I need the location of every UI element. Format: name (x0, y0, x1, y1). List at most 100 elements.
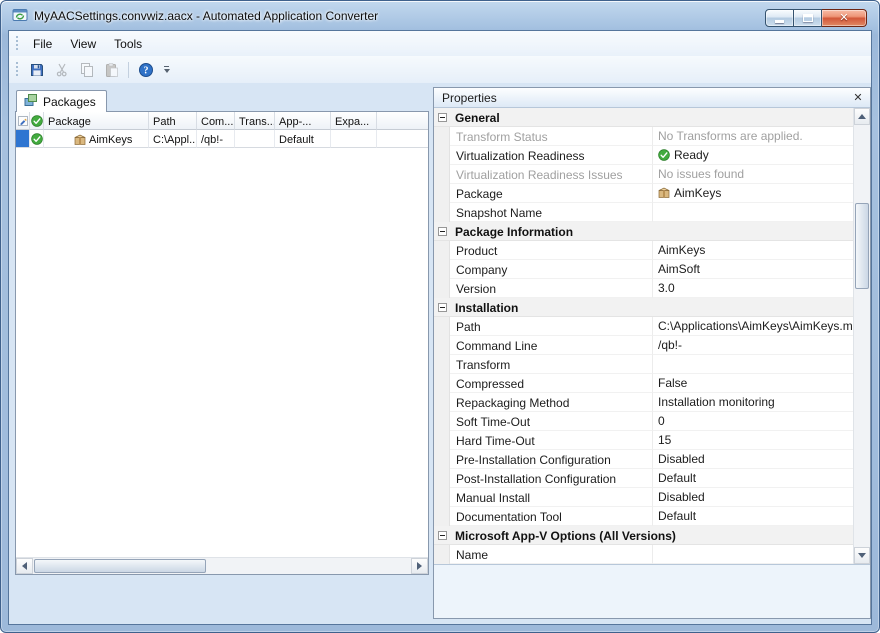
package-row-aimkeys[interactable]: AimKeys C:\Appl.../qb!- Default (16, 130, 428, 148)
row-gutter (434, 165, 450, 184)
property-row-snapshot-name[interactable]: Snapshot Name (434, 203, 853, 222)
column-header-path[interactable]: Path (149, 112, 197, 130)
property-row-manual-install[interactable]: Manual InstallDisabled (434, 488, 853, 507)
property-row-virtualization-readiness[interactable]: Virtualization ReadinessReady (434, 146, 853, 165)
vertical-scrollbar[interactable] (853, 108, 870, 564)
vertical-scroll-thumb[interactable] (855, 203, 869, 289)
package-cell[interactable]: AimKeys (44, 130, 149, 148)
property-name: Post-Installation Configuration (450, 469, 653, 488)
property-row-transform-status[interactable]: Transform StatusNo Transforms are applie… (434, 127, 853, 146)
package-name: AimKeys (89, 134, 132, 146)
property-row-repackaging-method[interactable]: Repackaging MethodInstallation monitorin… (434, 393, 853, 412)
property-row-version[interactable]: Version3.0 (434, 279, 853, 298)
svg-text:?: ? (143, 65, 148, 76)
horizontal-scroll-track[interactable] (33, 558, 411, 574)
property-group-general[interactable]: General (434, 108, 853, 127)
property-group-installation[interactable]: Installation (434, 298, 853, 317)
maximize-button[interactable] (794, 9, 822, 27)
title-bar[interactable]: MyAACSettings.convwiz.aacx - Automated A… (1, 1, 879, 30)
tab-packages[interactable]: Packages (16, 90, 107, 112)
property-value[interactable]: No issues found (653, 165, 853, 184)
property-row-virtualization-readiness-issues[interactable]: Virtualization Readiness IssuesNo issues… (434, 165, 853, 184)
property-value[interactable]: Disabled (653, 450, 853, 469)
property-value[interactable]: Installation monitoring (653, 393, 853, 412)
property-value[interactable]: AimSoft (653, 260, 853, 279)
cut-icon (54, 62, 70, 78)
column-header-transform[interactable]: Trans... (235, 112, 275, 130)
column-header-command[interactable]: Com... (197, 112, 235, 130)
scroll-left-button[interactable] (16, 558, 33, 574)
save-button[interactable] (25, 59, 48, 81)
property-row-soft-time-out[interactable]: Soft Time-Out0 (434, 412, 853, 431)
property-row-transform[interactable]: Transform (434, 355, 853, 374)
property-row-post-installation-configuration[interactable]: Post-Installation ConfigurationDefault (434, 469, 853, 488)
property-row-path[interactable]: PathC:\Applications\AimKeys\AimKeys.msi (434, 317, 853, 336)
row-gutter (434, 488, 450, 507)
menu-tools[interactable]: Tools (105, 33, 151, 55)
collapse-minus-icon (438, 303, 447, 312)
row-selector-cell[interactable] (16, 130, 30, 148)
property-value[interactable]: Ready (653, 146, 853, 165)
help-button[interactable]: ? (134, 59, 157, 81)
close-button[interactable]: ✕ (822, 9, 867, 27)
appv-cell[interactable]: Default (275, 130, 331, 148)
package-icon (658, 187, 670, 199)
property-value[interactable] (653, 203, 853, 222)
property-value-text: 0 (658, 414, 665, 428)
row-status-cell[interactable] (30, 130, 44, 148)
collapse-toggle[interactable] (434, 298, 450, 316)
collapse-toggle[interactable] (434, 108, 450, 126)
column-header-package[interactable]: Package (44, 112, 149, 130)
column-header-selector[interactable] (16, 112, 30, 130)
property-value[interactable]: 15 (653, 431, 853, 450)
command-cell[interactable]: /qb!- (197, 130, 235, 148)
property-value[interactable]: /qb!- (653, 336, 853, 355)
property-group-microsoft-app-v-options-all-versions[interactable]: Microsoft App-V Options (All Versions) (434, 526, 853, 545)
property-row-compressed[interactable]: CompressedFalse (434, 374, 853, 393)
property-row-command-line[interactable]: Command Line/qb!- (434, 336, 853, 355)
column-header-expand[interactable]: Expa... (331, 112, 377, 130)
property-value-text: Ready (674, 148, 709, 162)
property-row-package[interactable]: PackageAimKeys (434, 184, 853, 203)
property-value[interactable]: 3.0 (653, 279, 853, 298)
property-group-package-information[interactable]: Package Information (434, 222, 853, 241)
toolbar-overflow-button[interactable] (160, 59, 173, 81)
property-row-hard-time-out[interactable]: Hard Time-Out15 (434, 431, 853, 450)
green-check-icon (658, 149, 670, 161)
collapse-toggle[interactable] (434, 222, 450, 240)
expand-cell[interactable] (331, 130, 377, 148)
horizontal-scroll-thumb[interactable] (34, 559, 206, 573)
horizontal-scrollbar[interactable] (16, 557, 428, 574)
property-row-documentation-tool[interactable]: Documentation ToolDefault (434, 507, 853, 526)
property-row-product[interactable]: ProductAimKeys (434, 241, 853, 260)
menu-view[interactable]: View (61, 33, 105, 55)
property-value[interactable] (653, 545, 853, 564)
property-value-text: C:\Applications\AimKeys\AimKeys.msi (658, 319, 853, 333)
property-value[interactable]: 0 (653, 412, 853, 431)
path-cell[interactable]: C:\Appl... (149, 130, 197, 148)
overflow-bar-icon (164, 66, 169, 67)
property-value[interactable] (653, 355, 853, 374)
property-value[interactable]: Disabled (653, 488, 853, 507)
property-name: Product (450, 241, 653, 260)
property-row-name[interactable]: Name (434, 545, 853, 564)
transform-cell[interactable] (235, 130, 275, 148)
property-value[interactable]: No Transforms are applied. (653, 127, 853, 146)
column-header-appv[interactable]: App-... (275, 112, 331, 130)
property-value[interactable]: AimKeys (653, 241, 853, 260)
menu-file[interactable]: File (24, 33, 61, 55)
property-row-company[interactable]: CompanyAimSoft (434, 260, 853, 279)
property-row-pre-installation-configuration[interactable]: Pre-Installation ConfigurationDisabled (434, 450, 853, 469)
scroll-right-button[interactable] (411, 558, 428, 574)
scroll-down-button[interactable] (854, 547, 870, 564)
property-value[interactable]: Default (653, 507, 853, 526)
property-value[interactable]: AimKeys (653, 184, 853, 203)
property-value[interactable]: Default (653, 469, 853, 488)
properties-close-icon[interactable]: ✕ (851, 91, 865, 104)
minimize-button[interactable] (765, 9, 794, 27)
column-header-status[interactable] (30, 112, 44, 130)
property-value[interactable]: False (653, 374, 853, 393)
scroll-up-button[interactable] (854, 108, 870, 125)
property-value[interactable]: C:\Applications\AimKeys\AimKeys.msi (653, 317, 853, 336)
collapse-toggle[interactable] (434, 526, 450, 544)
